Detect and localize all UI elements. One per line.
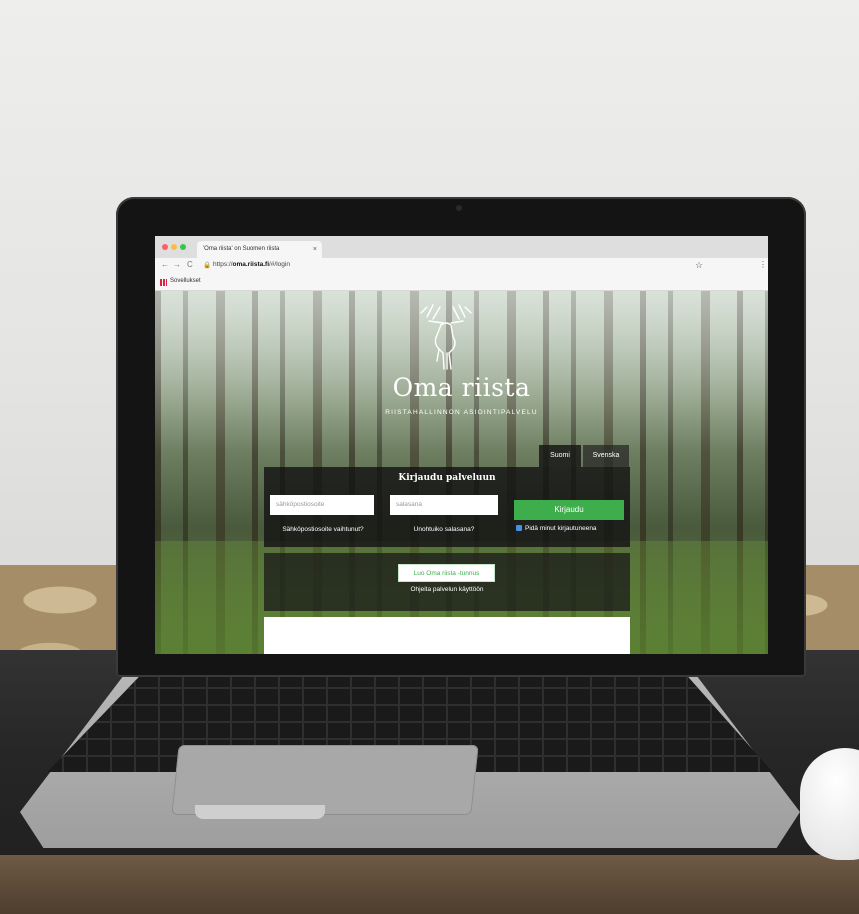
login-panel: Kirjaudu palveluun sähköpostiosoite sala… bbox=[264, 467, 630, 547]
content-panel bbox=[264, 617, 630, 654]
email-field[interactable]: sähköpostiosoite bbox=[270, 495, 374, 515]
url-field[interactable]: https://oma.riista.fi/#/login bbox=[213, 261, 290, 268]
back-arrow-icon[interactable]: ← bbox=[161, 260, 169, 269]
url-prefix: https:// bbox=[213, 261, 233, 268]
login-title: Kirjaudu palveluun bbox=[398, 473, 496, 483]
window-close-icon[interactable] bbox=[162, 244, 168, 250]
language-tab-swedish[interactable]: Svenska bbox=[583, 445, 629, 467]
forward-arrow-icon[interactable]: → bbox=[173, 260, 181, 269]
window-minimize-icon[interactable] bbox=[171, 244, 177, 250]
url-path: /#/login bbox=[269, 261, 290, 268]
tab-close-icon[interactable]: × bbox=[313, 241, 317, 258]
browser-menu-icon[interactable]: ⋮ bbox=[759, 260, 767, 269]
remember-me-checkbox[interactable] bbox=[516, 525, 522, 532]
brand-tagline: RIISTAHALLINNON ASIOINTIPALVELU bbox=[385, 409, 538, 416]
webcam-icon bbox=[456, 205, 462, 211]
window-maximize-icon[interactable] bbox=[180, 244, 186, 250]
browser-tab-title: 'Oma riista' on Suomen riista bbox=[203, 246, 280, 252]
login-button[interactable]: Kirjaudu bbox=[514, 500, 624, 520]
bookmarks-bar: Sovellukset bbox=[155, 276, 768, 291]
password-field[interactable]: salasana bbox=[390, 495, 498, 515]
bookmarks-apps-label[interactable]: Sovellukset bbox=[170, 278, 201, 284]
brand-title: Oma riista bbox=[392, 373, 531, 402]
lock-icon: 🔒 bbox=[203, 262, 212, 269]
create-account-button[interactable]: Luo Oma riista -tunnus bbox=[398, 564, 495, 582]
browser-address-bar: ← → C 🔒 https://oma.riista.fi/#/login ☆ … bbox=[155, 258, 768, 277]
computer-mouse bbox=[800, 748, 859, 860]
email-changed-link[interactable]: Sähköpostiosoite vaihtunut? bbox=[264, 526, 382, 533]
browser-tab[interactable]: 'Oma riista' on Suomen riista × bbox=[197, 241, 322, 258]
browser-tab-bar: 'Oma riista' on Suomen riista × bbox=[155, 236, 768, 258]
laptop-notch bbox=[195, 805, 325, 819]
url-domain: oma.riista.fi bbox=[232, 261, 269, 268]
login-page: Oma riista RIISTAHALLINNON ASIOINTIPALVE… bbox=[155, 291, 768, 654]
desk-edge bbox=[0, 855, 859, 914]
forgot-password-link[interactable]: Unohtuiko salasana? bbox=[404, 526, 484, 533]
laptop-screen: 'Oma riista' on Suomen riista × ← → C 🔒 … bbox=[155, 236, 768, 654]
register-panel: Luo Oma riista -tunnus Ohjeita palvelun … bbox=[264, 553, 630, 611]
instructions-link[interactable]: Ohjeita palvelun käyttöön bbox=[264, 586, 630, 593]
moose-logo-icon bbox=[420, 304, 472, 370]
apps-grid-icon[interactable] bbox=[160, 279, 167, 286]
bookmark-star-icon[interactable]: ☆ bbox=[695, 260, 703, 271]
language-tab-finnish[interactable]: Suomi bbox=[539, 445, 581, 467]
remember-me-label: Pidä minut kirjautuneena bbox=[525, 525, 597, 532]
remember-me[interactable]: Pidä minut kirjautuneena bbox=[516, 525, 597, 532]
reload-icon[interactable]: C bbox=[187, 260, 193, 269]
